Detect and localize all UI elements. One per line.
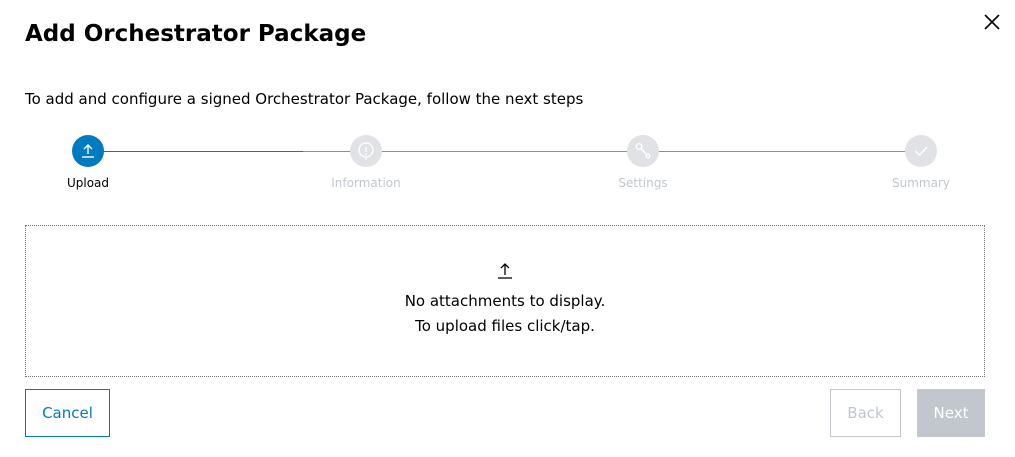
wrench-icon [627,135,659,167]
stepper: Upload Information Settings Summary [0,132,1015,192]
add-package-dialog: Add Orchestrator Package To add and conf… [0,0,1015,457]
close-icon[interactable] [981,11,1003,33]
next-button: Next [917,389,985,437]
step-summary: Summary [861,132,981,190]
step-settings: Settings [583,132,703,190]
upload-icon [496,261,514,285]
cancel-button[interactable]: Cancel [25,389,110,437]
dialog-subtitle: To add and configure a signed Orchestrat… [25,90,584,108]
step-label: Upload [66,176,110,190]
back-button: Back [830,389,901,437]
upload-hint-text: To upload files click/tap. [415,317,595,335]
empty-attachments-text: No attachments to display. [404,292,606,310]
upload-icon [72,135,104,167]
checkmark-icon [905,135,937,167]
upload-dropzone[interactable]: No attachments to display. To upload fil… [25,225,985,377]
step-upload[interactable]: Upload [28,132,148,190]
info-icon [350,135,382,167]
step-label: Summary [892,176,950,190]
dialog-title: Add Orchestrator Package [25,21,367,47]
step-label: Information [331,176,401,190]
step-information: Information [306,132,426,190]
step-label: Settings [618,176,668,190]
